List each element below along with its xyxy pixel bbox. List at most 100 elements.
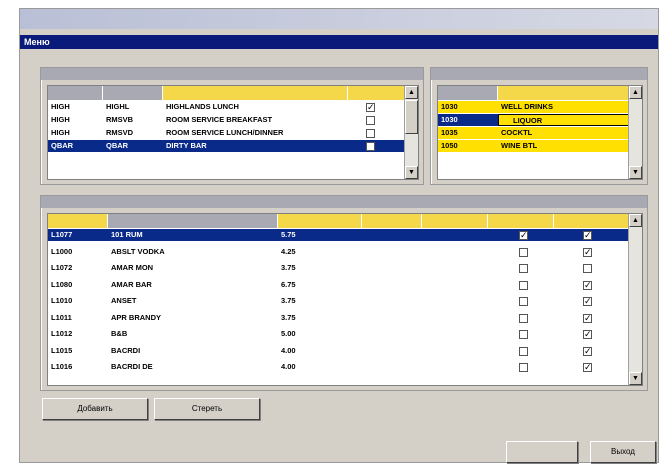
- menu-code-cell: HIGH: [51, 115, 70, 124]
- item-name-cell: 101 RUM: [111, 230, 143, 239]
- menu-short-cell: QBAR: [106, 141, 129, 150]
- item-checkbox-2[interactable]: [583, 328, 592, 340]
- item-check1-cell: [507, 279, 573, 291]
- close-button[interactable]: Выход: [590, 441, 656, 463]
- item-row[interactable]: L1012 B&B 5.00: [48, 328, 629, 340]
- menu-code-cell: HIGH: [51, 128, 70, 137]
- item-empty-cell: [362, 328, 507, 340]
- menu-row[interactable]: HIGH HIGHL HIGHLANDS LUNCH: [48, 101, 418, 113]
- menu-code-cell: HIGH: [51, 102, 70, 111]
- items-col-6[interactable]: [488, 214, 554, 228]
- item-empty-cell: [362, 229, 507, 241]
- item-check2-cell: [573, 262, 629, 274]
- item-name-cell: ANSET: [111, 296, 137, 305]
- scroll-thumb[interactable]: [405, 100, 418, 134]
- items-col-code[interactable]: [48, 214, 108, 228]
- groups-scrollbar[interactable]: ▲ ▼: [628, 86, 642, 179]
- item-checkbox-2[interactable]: [583, 264, 592, 274]
- item-checkbox-2[interactable]: [583, 295, 592, 307]
- items-col-price[interactable]: [278, 214, 362, 228]
- add-button[interactable]: Добавить: [42, 398, 148, 420]
- group-row[interactable]: 1030 WELL DRINKS: [438, 101, 629, 113]
- item-checkbox-1[interactable]: [519, 346, 528, 356]
- items-col-5[interactable]: [422, 214, 488, 228]
- groups-col-code[interactable]: [438, 86, 498, 100]
- group-row[interactable]: 1030 LIQUOR: [438, 114, 629, 126]
- item-checkbox-1[interactable]: [519, 264, 528, 274]
- item-row[interactable]: L1000 ABSLT VODKA 4.25: [48, 246, 629, 258]
- item-checkbox-1[interactable]: [519, 330, 528, 340]
- scroll-down-icon[interactable]: ▼: [629, 166, 642, 179]
- menu-flag-cell: [348, 114, 406, 126]
- menu-flag-cell: [348, 140, 406, 152]
- item-row[interactable]: L1010 ANSET 3.75: [48, 295, 629, 307]
- item-row[interactable]: L1015 BACRDI 4.00: [48, 345, 629, 357]
- scroll-up-icon[interactable]: ▲: [629, 214, 642, 227]
- menu-short-cell: RMSVD: [106, 128, 134, 137]
- items-col-name[interactable]: [108, 214, 278, 228]
- menus-scrollbar[interactable]: ▲ ▼: [404, 86, 418, 179]
- items-col-7[interactable]: [554, 214, 630, 228]
- item-checkbox-2[interactable]: [583, 312, 592, 324]
- item-checkbox-1[interactable]: [519, 313, 528, 323]
- item-checkbox-2[interactable]: [583, 361, 592, 373]
- item-check2-cell: [573, 246, 629, 258]
- menu-checkbox[interactable]: [366, 116, 375, 126]
- item-name-cell: BACRDI DE: [111, 362, 153, 371]
- menu-checkbox[interactable]: [366, 101, 375, 113]
- items-col-4[interactable]: [362, 214, 422, 228]
- window-titlebar[interactable]: [20, 9, 658, 29]
- menu-row[interactable]: HIGH RMSVD ROOM SERVICE LUNCH/DINNER: [48, 127, 418, 139]
- item-row[interactable]: L1011 APR BRANDY 3.75: [48, 312, 629, 324]
- item-checkbox-1[interactable]: [519, 247, 528, 257]
- item-code-cell: L1077: [51, 230, 73, 239]
- item-empty-cell: [362, 262, 507, 274]
- item-row[interactable]: L1077 101 RUM 5.75: [48, 229, 629, 241]
- ok-button[interactable]: [506, 441, 578, 463]
- menu-short-cell: RMSVB: [106, 115, 134, 124]
- item-checkbox-2[interactable]: [583, 246, 592, 258]
- group-name-cell: LIQUOR: [498, 114, 629, 126]
- menus-col-code[interactable]: [48, 86, 103, 100]
- menu-checkbox[interactable]: [366, 129, 375, 139]
- item-checkbox-1[interactable]: [519, 297, 528, 307]
- menus-col-name[interactable]: [163, 86, 348, 100]
- item-checkbox-1[interactable]: [519, 363, 528, 373]
- scroll-down-icon[interactable]: ▼: [629, 372, 642, 385]
- item-empty-cell: [362, 295, 507, 307]
- menus-col-flag[interactable]: [348, 86, 406, 100]
- item-name-cell: AMAR BAR: [111, 279, 152, 289]
- item-checkbox-1[interactable]: [519, 229, 528, 241]
- menu-row[interactable]: HIGH RMSVB ROOM SERVICE BREAKFAST: [48, 114, 418, 126]
- items-scrollbar[interactable]: ▲ ▼: [628, 214, 642, 385]
- item-checkbox-1[interactable]: [519, 280, 528, 290]
- item-row[interactable]: L1072 AMAR MON 3.75: [48, 262, 629, 274]
- item-checkbox-2[interactable]: [583, 279, 592, 291]
- scroll-up-icon[interactable]: ▲: [405, 86, 418, 99]
- scroll-down-icon[interactable]: ▼: [405, 166, 418, 179]
- menu-checkbox[interactable]: [366, 142, 375, 152]
- item-check1-cell: [507, 328, 573, 340]
- group-row[interactable]: 1050 WINE BTL: [438, 140, 629, 152]
- group-code-cell: 1030: [441, 102, 458, 111]
- menu-row[interactable]: QBAR QBAR DIRTY BAR: [48, 140, 418, 152]
- item-name-cell: AMAR MON: [111, 263, 154, 272]
- menu-flag-cell: [348, 101, 406, 113]
- items-grid-header: [48, 214, 642, 228]
- item-check2-cell: [573, 345, 629, 357]
- groups-col-name[interactable]: [498, 86, 630, 100]
- delete-button[interactable]: Стереть: [154, 398, 260, 420]
- item-checkbox-2[interactable]: [583, 229, 592, 241]
- item-check1-cell: [507, 295, 573, 307]
- item-code-cell: L1010: [51, 296, 73, 305]
- group-row[interactable]: 1035 COCKTL: [438, 127, 629, 139]
- item-name-cell: BACRDI: [111, 345, 141, 355]
- menus-col-short[interactable]: [103, 86, 163, 100]
- item-checkbox-2[interactable]: [583, 345, 592, 357]
- scroll-up-icon[interactable]: ▲: [629, 86, 642, 99]
- item-check1-cell: [507, 229, 573, 241]
- item-row[interactable]: L1080 AMAR BAR 6.75: [48, 279, 629, 291]
- item-check1-cell: [507, 246, 573, 258]
- item-row[interactable]: L1016 BACRDI DE 4.00: [48, 361, 629, 373]
- item-check2-cell: [573, 295, 629, 307]
